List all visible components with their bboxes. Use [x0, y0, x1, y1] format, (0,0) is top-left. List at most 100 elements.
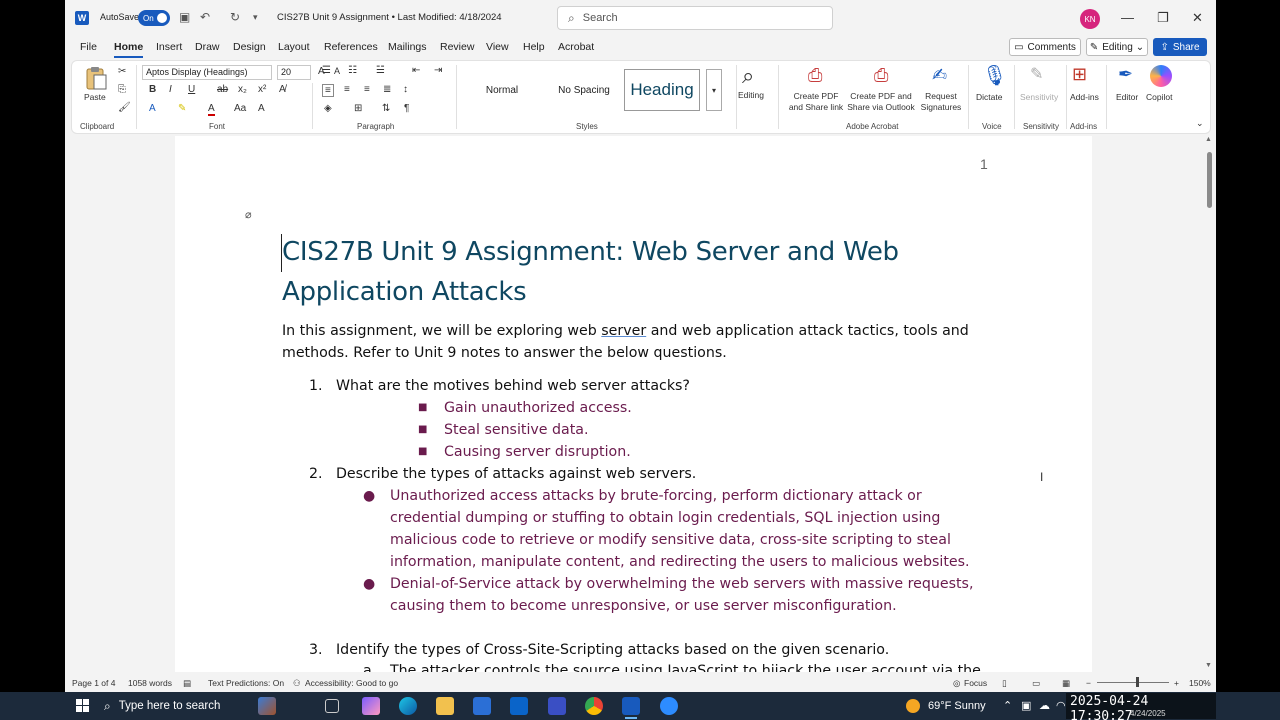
- word-taskbar-icon[interactable]: [622, 697, 640, 719]
- microphone-icon[interactable]: 🎙: [982, 63, 1007, 88]
- superscript-icon[interactable]: x²: [258, 84, 266, 95]
- minimize-icon[interactable]: —: [1121, 10, 1134, 25]
- page-count[interactable]: Page 1 of 4: [72, 678, 115, 688]
- cut-icon[interactable]: ✂: [118, 66, 126, 77]
- tab-draw[interactable]: Draw: [195, 41, 220, 53]
- justify-icon[interactable]: ≣: [383, 84, 391, 95]
- request-signatures-button[interactable]: Request Signatures: [918, 91, 964, 113]
- collapse-ribbon-icon[interactable]: ⌄: [1196, 118, 1204, 129]
- highlight-icon[interactable]: ✎: [178, 103, 186, 114]
- tray-chevron-icon[interactable]: ⌃: [1003, 699, 1012, 712]
- taskbar-search-input[interactable]: ⌕ Type here to search: [104, 695, 248, 717]
- text-predictions[interactable]: Text Predictions: On: [208, 678, 284, 688]
- weather-widget[interactable]: 69°F Sunny: [906, 699, 986, 713]
- show-formatting-icon[interactable]: ¶: [404, 103, 409, 114]
- borders-icon[interactable]: ⊞: [354, 103, 362, 114]
- tab-mailings[interactable]: Mailings: [388, 41, 427, 53]
- copilot-label[interactable]: Copilot: [1146, 92, 1172, 103]
- news-widget-icon[interactable]: [258, 697, 276, 715]
- shading-icon[interactable]: ◈: [324, 103, 332, 114]
- proofing-icon[interactable]: ▤: [183, 678, 191, 689]
- task-view-icon[interactable]: [325, 699, 339, 713]
- spellcheck-underlined-word[interactable]: server: [601, 323, 646, 339]
- align-left-icon[interactable]: ≡: [322, 84, 334, 97]
- undo-icon[interactable]: ↶: [200, 10, 210, 24]
- increase-indent-icon[interactable]: ⇥: [434, 65, 442, 76]
- tab-view[interactable]: View: [486, 41, 509, 53]
- tab-layout[interactable]: Layout: [278, 41, 310, 53]
- scroll-up-icon[interactable]: ▲: [1205, 136, 1212, 143]
- copilot-taskbar-icon[interactable]: [362, 697, 380, 715]
- restore-icon[interactable]: ❐: [1157, 10, 1169, 26]
- addins-icon[interactable]: ⊞: [1072, 64, 1087, 85]
- visual-studio-icon[interactable]: [548, 697, 566, 715]
- meet-now-icon[interactable]: ▣: [1021, 699, 1031, 712]
- save-icon[interactable]: ▣: [179, 10, 190, 24]
- tab-insert[interactable]: Insert: [156, 41, 182, 53]
- share-button[interactable]: ⇪ Share: [1153, 38, 1207, 56]
- zoom-in-icon[interactable]: +: [1174, 678, 1179, 688]
- style-no-spacing[interactable]: No Spacing: [546, 69, 622, 111]
- tab-acrobat[interactable]: Acrobat: [558, 41, 594, 53]
- focus-label[interactable]: Focus: [964, 678, 987, 688]
- tab-review[interactable]: Review: [440, 41, 474, 53]
- italic-icon[interactable]: I: [169, 84, 172, 95]
- question-2[interactable]: 2. Describe the types of attacks against …: [309, 463, 696, 485]
- zoom-out-icon[interactable]: −: [1086, 678, 1091, 688]
- pdf-outlook-icon[interactable]: ⎙: [874, 65, 888, 86]
- copy-icon[interactable]: ⎘: [118, 84, 126, 95]
- edge-icon[interactable]: [399, 697, 417, 715]
- create-pdf-outlook-button[interactable]: Create PDF and Share via Outlook: [844, 91, 918, 113]
- question-3[interactable]: 3. Identify the types of Cross-Site-Scrip…: [309, 639, 889, 661]
- customize-qat-icon[interactable]: ▾: [253, 12, 258, 23]
- zoom-level[interactable]: 150%: [1189, 678, 1211, 688]
- tab-file[interactable]: File: [80, 41, 97, 53]
- decrease-indent-icon[interactable]: ⇤: [412, 65, 420, 76]
- zoom-app-icon[interactable]: [660, 697, 678, 715]
- scrollbar-thumb[interactable]: [1207, 152, 1212, 208]
- style-normal[interactable]: Normal: [464, 69, 540, 111]
- vertical-scrollbar[interactable]: ▲ ▼: [1203, 136, 1216, 672]
- document-heading[interactable]: CIS27B Unit 9 Assignment: Web Server and…: [282, 232, 922, 312]
- zoom-slider[interactable]: [1097, 682, 1169, 683]
- multilevel-list-icon[interactable]: ☱: [376, 65, 385, 76]
- styles-gallery-expand-icon[interactable]: ▾: [706, 69, 722, 111]
- editing-label[interactable]: Editing: [738, 90, 764, 101]
- signature-icon[interactable]: ✍: [932, 65, 947, 86]
- scroll-down-icon[interactable]: ▼: [1205, 662, 1212, 669]
- focus-icon[interactable]: ◎: [953, 678, 960, 689]
- close-icon[interactable]: ✕: [1192, 10, 1203, 26]
- create-pdf-share-link-button[interactable]: Create PDF and Share link: [784, 91, 848, 113]
- align-center-icon[interactable]: ≡: [344, 84, 350, 95]
- document-title[interactable]: CIS27B Unit 9 Assignment • Last Modified…: [277, 12, 502, 23]
- strikethrough-icon[interactable]: ab: [217, 84, 228, 95]
- word-count[interactable]: 1058 words: [128, 678, 172, 688]
- tab-help[interactable]: Help: [523, 41, 545, 53]
- phonetic-icon[interactable]: A: [258, 103, 265, 114]
- windows-start-icon[interactable]: [76, 699, 89, 712]
- editor-icon[interactable]: ✒: [1118, 64, 1133, 85]
- pdf-link-icon[interactable]: ⎙: [808, 65, 822, 86]
- file-explorer-icon[interactable]: [436, 697, 454, 715]
- answer-2-item[interactable]: ● Unauthorized access attacks by brute-fo…: [363, 485, 980, 573]
- onedrive-icon[interactable]: ☁: [1039, 699, 1050, 712]
- tab-design[interactable]: Design: [233, 41, 266, 53]
- numbering-icon[interactable]: ☷: [348, 65, 357, 76]
- redo-icon[interactable]: ↻: [230, 10, 240, 24]
- editing-mode-button[interactable]: ✎ Editing ⌄: [1086, 38, 1148, 56]
- question-1[interactable]: 1. What are the motives behind web server…: [309, 375, 690, 397]
- subscript-icon[interactable]: x₂: [238, 84, 247, 95]
- web-layout-icon[interactable]: ▦: [1062, 678, 1070, 689]
- answer-1-item[interactable]: ■ Causing server disruption.: [418, 441, 631, 463]
- answer-1-item[interactable]: ■ Gain unauthorized access.: [418, 397, 632, 419]
- sort-icon[interactable]: ⇅: [382, 103, 390, 114]
- style-heading[interactable]: Heading: [624, 69, 700, 111]
- comments-button[interactable]: ▭ Comments: [1009, 38, 1081, 56]
- dictate-label[interactable]: Dictate: [976, 92, 1002, 103]
- clear-formatting-icon[interactable]: A̸: [279, 84, 286, 95]
- font-size-select[interactable]: 20: [277, 65, 311, 80]
- align-right-icon[interactable]: ≡: [364, 84, 370, 95]
- document-page[interactable]: 1 ⌀ CIS27B Unit 9 Assignment: Web Server…: [175, 136, 1092, 672]
- copilot-icon[interactable]: [1150, 65, 1172, 87]
- underline-icon[interactable]: U: [188, 84, 195, 95]
